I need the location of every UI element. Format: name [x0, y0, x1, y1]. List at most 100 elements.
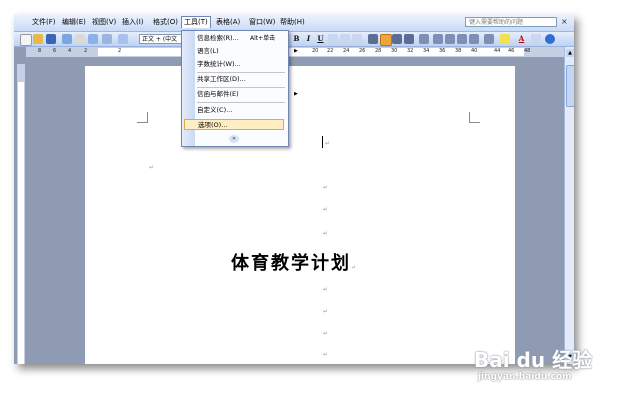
baidu-watermark-logo: Bai du 经验 jingyan.baidu.com: [470, 340, 593, 390]
menu-item-letters-mailings[interactable]: 信函与邮件(E) ▶: [197, 89, 298, 100]
bold-button[interactable]: B: [291, 33, 302, 44]
italic-button[interactable]: I: [303, 33, 314, 44]
print-icon[interactable]: [75, 34, 85, 44]
menu-view[interactable]: 视图(V): [90, 17, 118, 28]
tools-menu: 信息检索(R)... Alt+单击 语言(L) ▶ 字数统计(W)... 共享工…: [181, 30, 298, 147]
text-cursor: [322, 136, 323, 148]
styles-icon[interactable]: [118, 34, 128, 44]
submenu-arrow-icon: ▶: [294, 48, 298, 54]
menu-file[interactable]: 文件(F): [30, 17, 58, 28]
menu-item-label: 选项(O)...: [198, 121, 228, 129]
menu-format[interactable]: 格式(O): [151, 17, 180, 28]
menu-item-options[interactable]: 选项(O)...: [184, 119, 284, 130]
paragraph-mark: ↵: [325, 140, 331, 147]
document-title-text: 体育教学计划: [231, 253, 351, 274]
ruler-number: 24: [343, 48, 350, 54]
paragraph-mark: ↵: [323, 230, 329, 237]
expand-menu-chevron-icon[interactable]: »: [229, 135, 239, 143]
menu-item-research[interactable]: 信息检索(R)... Alt+单击: [197, 33, 285, 44]
print-preview-icon[interactable]: [88, 34, 98, 44]
document-title[interactable]: 体育教学计划↵: [231, 249, 356, 275]
ruler-number: 2: [84, 48, 88, 54]
menu-table[interactable]: 表格(A): [214, 17, 242, 28]
vertical-ruler-text-area: [18, 82, 24, 364]
ruler-number: 6: [53, 48, 57, 54]
scroll-up-arrow-icon[interactable]: ▲: [566, 49, 574, 57]
menu-separator: [197, 87, 285, 88]
underline-button[interactable]: U: [315, 33, 326, 44]
paragraph-mark: ↵: [323, 308, 329, 315]
undo-icon[interactable]: [102, 34, 112, 44]
menu-item-label: 语言(L): [197, 47, 219, 55]
menu-separator: [197, 72, 285, 73]
menu-item-word-count[interactable]: 字数统计(W)...: [197, 59, 285, 70]
menu-item-label: 自定义(C)...: [197, 106, 233, 114]
align-left-icon[interactable]: [368, 34, 378, 44]
border-icon[interactable]: [328, 34, 338, 44]
options-icon[interactable]: [531, 34, 541, 44]
save-icon[interactable]: [46, 34, 56, 44]
menu-window[interactable]: 窗口(W): [247, 17, 277, 28]
style-select[interactable]: 正文 + (中文: [139, 34, 187, 44]
increase-indent-icon[interactable]: [469, 34, 479, 44]
paragraph-mark: ↵: [323, 286, 329, 293]
menu-edit[interactable]: 编辑(E): [60, 17, 88, 28]
menu-item-label: 字数统计(W)...: [197, 60, 241, 68]
paragraph-mark: ↵: [351, 264, 357, 271]
align-right-icon[interactable]: [392, 34, 402, 44]
formatting-toolbar: 正文 + (中文 B I U A: [14, 32, 574, 47]
vertical-ruler[interactable]: [17, 64, 25, 364]
justify-icon[interactable]: [404, 34, 414, 44]
watermark-brand: Bai du 经验: [474, 348, 593, 372]
margin-corner-mark: [469, 112, 480, 123]
ruler-number: 30: [391, 48, 398, 54]
ruler-number: 26: [359, 48, 366, 54]
bullets-icon[interactable]: [445, 34, 455, 44]
highlight-icon[interactable]: [500, 34, 510, 44]
new-document-icon[interactable]: [20, 34, 32, 46]
scale-icon[interactable]: [352, 34, 362, 44]
permission-icon[interactable]: [62, 34, 72, 44]
menu-help[interactable]: 帮助(H): [278, 17, 307, 28]
ruler-number: 36: [439, 48, 446, 54]
open-folder-icon[interactable]: [33, 34, 43, 44]
shading-icon[interactable]: [340, 34, 350, 44]
paragraph-mark: ↵: [323, 184, 329, 191]
numbering-icon[interactable]: [433, 34, 443, 44]
menu-item-shared-workspace[interactable]: 共享工作区(D)...: [197, 74, 285, 85]
help-search-input[interactable]: 键入需要帮助的问题: [465, 17, 557, 27]
ruler-number: 4: [68, 48, 72, 54]
menu-item-language[interactable]: 语言(L) ▶: [197, 46, 298, 57]
ruler-number: 48: [524, 48, 531, 54]
margin-corner-mark: [137, 112, 148, 123]
ruler-number: 46: [508, 48, 515, 54]
help-icon[interactable]: [545, 34, 555, 44]
watermark-url: jingyan.baidu.com: [478, 372, 572, 382]
menu-item-shortcut: Alt+单击: [250, 35, 276, 42]
ruler-number: 20: [312, 48, 319, 54]
menu-bar: 文件(F) 编辑(E) 视图(V) 插入(I) 格式(O) 工具(T) 表格(A…: [14, 14, 574, 32]
decrease-indent-icon[interactable]: [457, 34, 467, 44]
vertical-scrollbar[interactable]: ▲ ▼: [564, 47, 574, 364]
word-window: 文件(F) 编辑(E) 视图(V) 插入(I) 格式(O) 工具(T) 表格(A…: [14, 14, 574, 364]
line-spacing-icon[interactable]: [419, 34, 429, 44]
menu-tools[interactable]: 工具(T): [181, 16, 211, 28]
scroll-thumb[interactable]: [566, 65, 574, 107]
ruler-number: 28: [375, 48, 382, 54]
paragraph-mark: ↵: [323, 351, 329, 358]
ruler-number: 2: [118, 48, 122, 54]
document-page[interactable]: ↵ ↵ ↵ ↵ ↵ 体育教学计划↵ ↵ ↵ ↵ ↵: [85, 66, 515, 364]
align-center-icon[interactable]: [380, 34, 392, 46]
paragraph-mark: ↵: [323, 206, 329, 213]
ruler-number: 44: [494, 48, 501, 54]
ruler-number: 8: [38, 48, 42, 54]
outside-border-icon[interactable]: [484, 34, 494, 44]
ruler-number: 34: [423, 48, 430, 54]
paragraph-mark: ↵: [323, 330, 329, 337]
menu-separator: [197, 102, 285, 103]
menu-item-customize[interactable]: 自定义(C)...: [197, 105, 285, 116]
menu-item-label: 信函与邮件(E): [197, 90, 239, 98]
close-icon[interactable]: ×: [561, 17, 568, 26]
menu-insert[interactable]: 插入(I): [120, 17, 146, 28]
font-color-icon[interactable]: A: [516, 33, 527, 44]
